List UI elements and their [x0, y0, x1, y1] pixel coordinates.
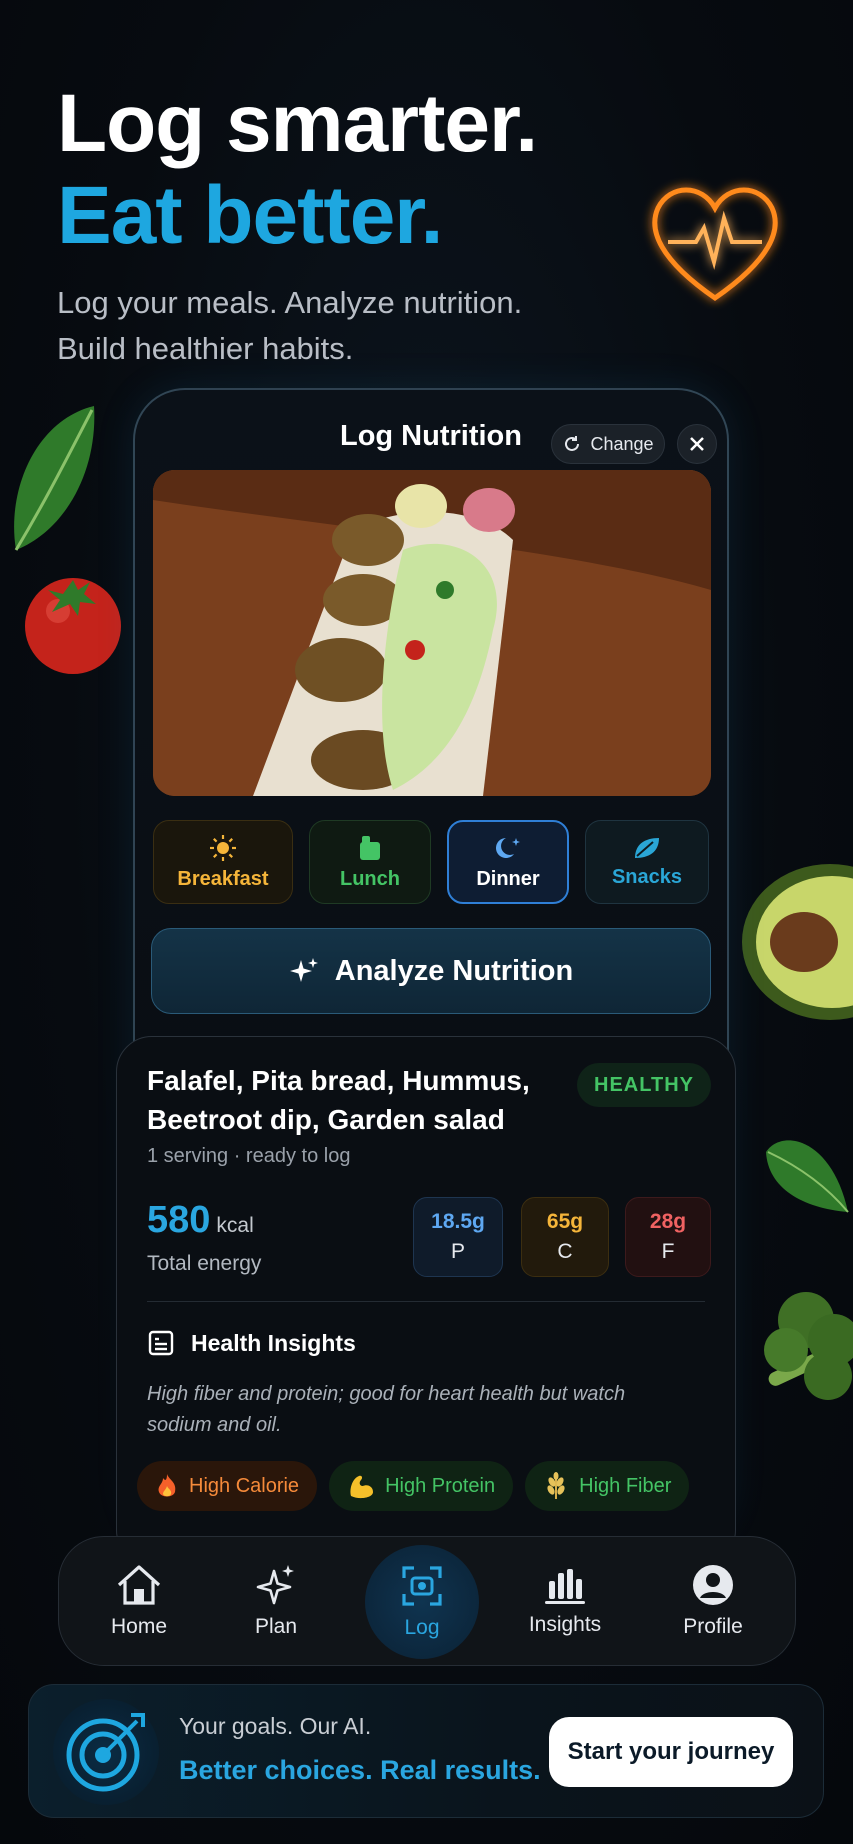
headline-line-1: Log smarter. — [57, 78, 538, 169]
spinach-leaf-left — [14, 406, 95, 551]
nav-label: Log — [404, 1616, 440, 1639]
chip-label: High Calorie — [189, 1474, 300, 1497]
subtitle-line-1: Log your meals. Analyze nutrition. — [57, 285, 523, 320]
broccoli — [764, 1292, 853, 1400]
energy-label: Total energy — [147, 1252, 262, 1275]
target-icon-wrapper — [53, 1699, 159, 1805]
lunchbox-icon — [360, 835, 380, 860]
health-insights-title: Health Insights — [191, 1329, 356, 1356]
chip-high-fiber[interactable]: High Fiber — [525, 1461, 690, 1511]
nav-label: Profile — [683, 1615, 743, 1638]
leaf-icon — [635, 837, 659, 858]
divider — [147, 1301, 705, 1302]
dish-name-line-2: Beetroot dip, Garden salad — [147, 1104, 505, 1135]
change-label: Change — [590, 433, 654, 454]
calorie-value: 580 kcal — [147, 1199, 254, 1242]
macro-fat: 28g F — [625, 1197, 711, 1277]
home-icon — [117, 1565, 161, 1605]
nav-label: Plan — [254, 1615, 298, 1638]
change-photo-button[interactable]: Change — [551, 424, 665, 464]
nav-label: Insights — [528, 1613, 602, 1636]
meal-label: Snacks — [611, 865, 683, 888]
macro-key: P — [450, 1240, 465, 1263]
sparkles-icon — [289, 958, 318, 982]
flexed-biceps-icon — [350, 1475, 374, 1499]
analyze-nutrition-button[interactable]: Analyze Nutrition — [151, 928, 711, 1014]
fire-icon — [158, 1474, 176, 1497]
nav-item-log[interactable]: Log — [365, 1545, 479, 1659]
wheat-icon — [547, 1472, 565, 1499]
banner-line-1: Your goals. Our AI. — [179, 1713, 372, 1739]
scan-icon — [402, 1566, 442, 1606]
macro-key: C — [557, 1240, 573, 1263]
analyze-label: Analyze Nutrition — [334, 954, 574, 987]
bar-chart-icon — [545, 1569, 585, 1604]
meal-label: Lunch — [340, 867, 400, 890]
subtitle-line-2: Build healthier habits. — [57, 331, 354, 366]
spinach-leaf-right — [766, 1140, 849, 1213]
macro-protein: 18.5g P — [413, 1197, 503, 1277]
meal-option-snacks[interactable]: Snacks — [585, 820, 709, 904]
user-icon — [693, 1565, 733, 1605]
serving-info: 1 serving · ready to log — [147, 1145, 351, 1167]
meal-option-dinner[interactable]: Dinner — [447, 820, 569, 904]
tomato — [25, 578, 121, 674]
health-insights-text: High fiber and protein; good for heart h… — [147, 1383, 626, 1436]
nav-item-plan[interactable]: Plan — [216, 1551, 336, 1651]
nutrition-result-card: Falafel, Pita bread, Hummus, Beetroot di… — [116, 1036, 736, 1566]
chip-high-protein[interactable]: High Protein — [329, 1461, 514, 1511]
macro-value: 65g — [546, 1210, 584, 1233]
document-icon — [148, 1330, 174, 1356]
dish-name-line-1: Falafel, Pita bread, Hummus, — [147, 1065, 530, 1096]
status-badge: HEALTHY — [577, 1063, 711, 1107]
chip-label: High Protein — [385, 1474, 496, 1497]
health-insights-header: Health Insights — [147, 1329, 356, 1357]
dish-name: Falafel, Pita bread, Hummus, Beetroot di… — [147, 1061, 547, 1139]
meal-label: Dinner — [476, 867, 540, 890]
promo-banner: Your goals. Our AI. Better choices. Real… — [28, 1684, 824, 1818]
kcal-unit: kcal — [216, 1214, 254, 1237]
kcal-number: 580 — [147, 1199, 211, 1241]
macro-value: 18.5g — [431, 1210, 485, 1233]
start-journey-button[interactable]: Start your journey — [549, 1717, 793, 1787]
nav-item-profile[interactable]: Profile — [653, 1551, 773, 1651]
chip-label: High Fiber — [579, 1474, 672, 1497]
meal-option-breakfast[interactable]: Breakfast — [153, 820, 293, 904]
nav-item-home[interactable]: Home — [79, 1551, 199, 1651]
sparkles-icon — [256, 1565, 294, 1605]
meal-label: Breakfast — [177, 867, 269, 890]
headline-line-2: Eat better. — [57, 170, 443, 261]
target-icon — [66, 1713, 145, 1792]
bottom-nav: Home Plan Log Insights Profile — [58, 1536, 796, 1666]
nav-item-insights[interactable]: Insights — [505, 1551, 625, 1651]
nav-label: Home — [110, 1615, 168, 1638]
macro-value: 28g — [649, 1210, 687, 1233]
meal-option-lunch[interactable]: Lunch — [309, 820, 431, 904]
macro-carbs: 65g C — [521, 1197, 609, 1277]
chip-high-calorie[interactable]: High Calorie — [137, 1461, 318, 1511]
meal-type-selector: Breakfast Lunch Dinner Snacks — [153, 820, 713, 904]
close-icon — [690, 437, 704, 451]
moon-icon — [496, 837, 520, 858]
meal-photo — [153, 470, 711, 796]
macro-key: F — [661, 1240, 675, 1263]
sun-icon — [210, 834, 236, 861]
heart-pulse-icon — [652, 187, 778, 302]
refresh-icon — [565, 436, 580, 451]
close-button[interactable] — [677, 424, 717, 464]
insight-chips: High Calorie High Protein High Fiber — [137, 1461, 690, 1511]
banner-line-2: Better choices. Real results. — [179, 1755, 541, 1785]
hero: Log smarter. Eat better. Log your meals.… — [57, 78, 677, 372]
avocado — [742, 864, 853, 1020]
